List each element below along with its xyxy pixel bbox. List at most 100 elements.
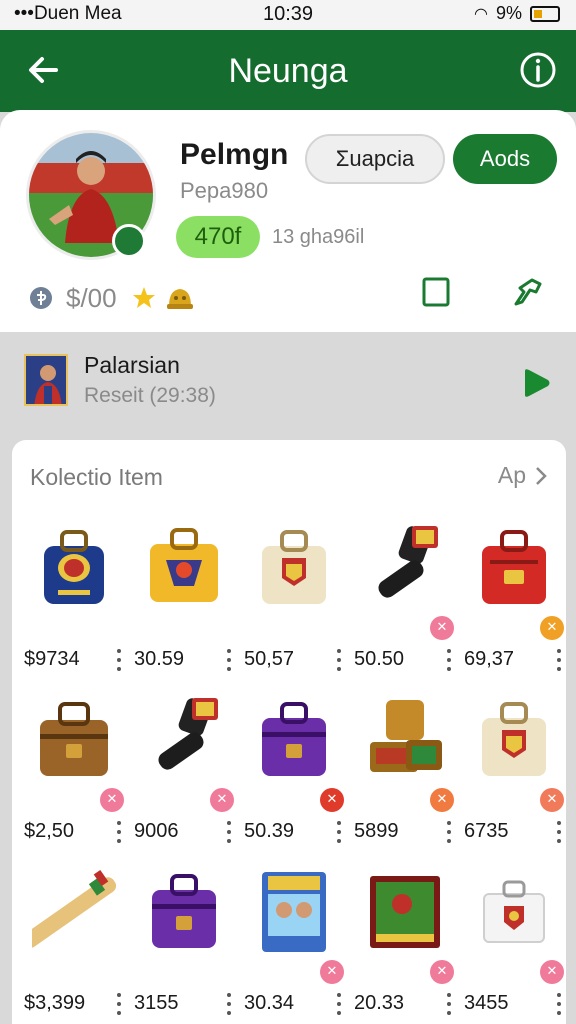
black-tool-image	[378, 526, 438, 598]
more-options-icon[interactable]	[226, 649, 232, 671]
more-options-icon[interactable]	[116, 649, 122, 671]
item-price: 69,37	[464, 648, 515, 670]
remove-badge-icon[interactable]: ✕	[430, 616, 454, 640]
black-tool-image	[158, 698, 218, 770]
helmet-icon	[166, 289, 193, 309]
profile-meta: 13 gha96il	[272, 226, 365, 248]
more-options-icon[interactable]	[116, 993, 122, 1015]
navy-bag-image	[44, 530, 104, 604]
chevron-right-icon	[536, 466, 547, 485]
item-grid: $9734 30.59 50,57 ✕ 50.50 ✕ 69,37 ✕ $2,50 ✕ 9006 ✕ 5…	[18, 512, 566, 1024]
info-icon[interactable]	[518, 50, 558, 90]
brown-bag-image	[40, 702, 108, 776]
status-bar: •••Duen Mea 10:39 ◠ 9%	[0, 0, 576, 30]
more-options-icon[interactable]	[336, 649, 342, 671]
see-all-label: Ap	[497, 462, 526, 488]
balance-value: $/00	[66, 282, 117, 313]
verified-badge-icon	[112, 224, 146, 258]
item-price: 50.39	[244, 820, 295, 842]
remove-badge-icon[interactable]: ✕	[210, 788, 234, 812]
purple-bag-image	[152, 874, 216, 948]
battery-icon	[530, 5, 560, 22]
more-options-icon[interactable]	[336, 993, 342, 1015]
item-price: 3455	[464, 992, 509, 1014]
more-options-icon[interactable]	[556, 821, 562, 843]
remove-badge-icon[interactable]: ✕	[100, 788, 124, 812]
red-bag-image	[482, 530, 546, 604]
star-icon	[132, 287, 155, 308]
wood-stick-image	[32, 869, 116, 948]
remove-badge-icon[interactable]: ✕	[430, 788, 454, 812]
level-badge: 470f	[176, 216, 260, 258]
recent-thumbnail	[24, 354, 68, 406]
item-price: $3,399	[24, 992, 86, 1014]
collection-item[interactable]: ✕ 20.33	[348, 856, 456, 1024]
more-options-icon[interactable]	[446, 649, 452, 671]
collection-item[interactable]: ✕ $2,50	[18, 684, 126, 856]
more-options-icon[interactable]	[226, 821, 232, 843]
stat-row: $/00	[28, 282, 195, 314]
collection-item[interactable]: $3,399	[18, 856, 126, 1024]
card-box-image	[262, 872, 326, 952]
square-action-icon[interactable]	[420, 276, 452, 308]
cream-bag-image	[482, 702, 546, 776]
collection-item[interactable]: ✕ 3455	[458, 856, 566, 1024]
remove-badge-icon[interactable]: ✕	[540, 960, 564, 984]
food-box-image	[370, 700, 442, 772]
more-options-icon[interactable]	[226, 993, 232, 1015]
follow-button[interactable]: Σuapcia	[305, 134, 445, 184]
collection-card: Kolectio Item Ap $9734 30.59 50,57 ✕ 50.50 ✕ 6…	[12, 440, 566, 1024]
item-price: $2,50	[24, 820, 75, 842]
collection-item[interactable]: 30.59	[128, 512, 236, 684]
play-icon[interactable]	[520, 368, 552, 398]
collection-item[interactable]: ✕ 69,37	[458, 512, 566, 684]
collection-item[interactable]: ✕ 5899	[348, 684, 456, 856]
collection-item[interactable]: 50,57	[238, 512, 346, 684]
profile-card: Pelmgn Pepa980 Σuapcia Aods 470f 13 gha9…	[0, 110, 576, 332]
item-price: $9734	[24, 648, 80, 670]
collection-item[interactable]: ✕ 50.50	[348, 512, 456, 684]
item-price: 30.59	[134, 648, 185, 670]
pitch-box-image	[370, 876, 440, 948]
yellow-bag-image	[150, 528, 218, 602]
collection-item[interactable]: $9734	[18, 512, 126, 684]
profile-username: Pepa980	[180, 178, 269, 203]
more-options-icon[interactable]	[116, 821, 122, 843]
item-price: 50,57	[244, 648, 295, 670]
collection-see-all-button[interactable]: Ap	[498, 462, 548, 489]
item-price: 50.50	[354, 648, 405, 670]
more-options-icon[interactable]	[446, 993, 452, 1015]
battery-label: 9%	[495, 3, 522, 23]
more-options-icon[interactable]	[336, 821, 342, 843]
collection-title: Kolectio Item	[30, 464, 163, 490]
remove-badge-icon[interactable]: ✕	[540, 616, 564, 640]
item-price: 9006	[134, 820, 179, 842]
profile-name: Pelmgn	[180, 138, 289, 171]
more-options-icon[interactable]	[556, 993, 562, 1015]
share-icon[interactable]	[510, 274, 546, 310]
recent-subtitle: Reseit (29:38)	[84, 384, 216, 407]
collection-item[interactable]: ✕ 9006	[128, 684, 236, 856]
white-case-image	[483, 880, 545, 943]
item-price: 3155	[134, 992, 179, 1014]
remove-badge-icon[interactable]: ✕	[430, 960, 454, 984]
recent-title: Palarsian	[84, 352, 180, 378]
add-button[interactable]: Aods	[453, 134, 557, 184]
cream-bag-image	[262, 530, 326, 604]
item-price: 20.33	[354, 992, 405, 1014]
more-options-icon[interactable]	[556, 649, 562, 671]
more-options-icon[interactable]	[446, 821, 452, 843]
collection-item[interactable]: ✕ 6735	[458, 684, 566, 856]
page-title: Neunga	[228, 52, 348, 90]
status-icons: ◠ 9%	[474, 3, 560, 24]
collection-item[interactable]: 3155	[128, 856, 236, 1024]
collection-item[interactable]: ✕ 30.34	[238, 856, 346, 1024]
recent-item[interactable]: Palarsian Reseit (29:38)	[0, 332, 576, 432]
item-price: 30.34	[244, 992, 295, 1014]
remove-badge-icon[interactable]: ✕	[320, 788, 344, 812]
remove-badge-icon[interactable]: ✕	[540, 788, 564, 812]
app-header: •••Duen Mea 10:39 ◠ 9% Neunga	[0, 0, 576, 112]
collection-item[interactable]: ✕ 50.39	[238, 684, 346, 856]
remove-badge-icon[interactable]: ✕	[320, 960, 344, 984]
wifi-icon: ◠	[474, 5, 488, 23]
